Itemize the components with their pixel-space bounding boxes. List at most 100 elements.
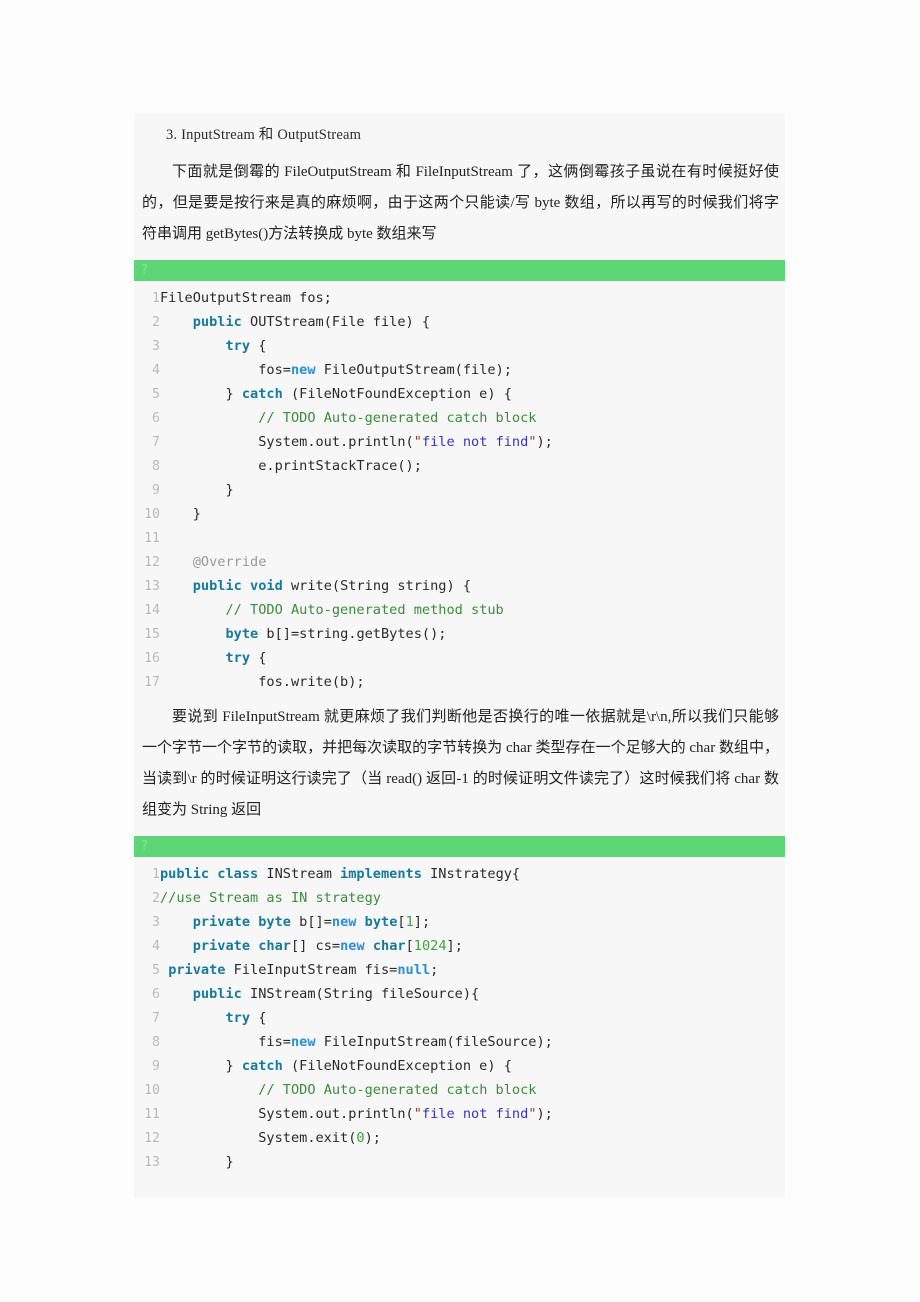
code-token-plain: { bbox=[250, 338, 267, 354]
line-number: 5 bbox=[152, 387, 160, 402]
code-token-kw: try bbox=[225, 338, 251, 354]
code-line: 13 } bbox=[134, 1150, 785, 1174]
code-token-num: 0 bbox=[356, 1130, 365, 1146]
code-token-plain: ]; bbox=[446, 938, 463, 954]
code-line: 11 System.out.println("file not find"); bbox=[134, 1102, 785, 1126]
code-token-quo: " bbox=[528, 1106, 537, 1122]
code-line-text: // TODO Auto-generated catch block bbox=[160, 1082, 536, 1098]
code-token-plain: ); bbox=[364, 1130, 381, 1146]
code-block-2: ? 1public class INStream implements INst… bbox=[134, 836, 785, 1176]
code-token-num: 1 bbox=[405, 914, 414, 930]
code-line-text: System.out.println("file not find"); bbox=[160, 434, 553, 450]
code-token-plain: [ bbox=[405, 938, 414, 954]
middle-section: 要说到 FileInputStream 就更麻烦了我们判断他是否换行的唯一依据就… bbox=[134, 696, 785, 836]
code-token-plain: ; bbox=[430, 962, 439, 978]
code-line-text: } bbox=[160, 1154, 233, 1170]
line-number: 7 bbox=[152, 435, 160, 450]
line-number: 4 bbox=[152, 363, 160, 378]
line-number: 9 bbox=[152, 483, 160, 498]
line-number: 4 bbox=[152, 939, 160, 954]
code-token-cmt: // TODO Auto-generated catch block bbox=[258, 410, 537, 426]
code-token-plain: { bbox=[250, 1010, 267, 1026]
code-line-text: } catch (FileNotFoundException e) { bbox=[160, 1058, 511, 1074]
code-line-text: @Override bbox=[160, 554, 267, 570]
line-number: 1 bbox=[152, 291, 160, 306]
code-token-ann: @Override bbox=[192, 554, 267, 570]
code-token-plain: System.out.println( bbox=[160, 434, 414, 450]
code-token-quo: " bbox=[528, 434, 537, 450]
code-token-kw: catch bbox=[241, 1058, 283, 1074]
code-toolbar-2[interactable]: ? bbox=[134, 836, 785, 857]
code-line-text: // TODO Auto-generated method stub bbox=[160, 602, 503, 618]
code-line-text: } catch (FileNotFoundException e) { bbox=[160, 386, 511, 402]
code-line: 12 @Override bbox=[134, 550, 785, 574]
code-line-text: System.exit(0); bbox=[160, 1130, 381, 1146]
code-line-text: fis=new FileInputStream(fileSource); bbox=[160, 1034, 553, 1050]
line-number: 11 bbox=[144, 531, 160, 546]
code-token-kw2: new bbox=[290, 362, 316, 378]
code-line: 11 bbox=[134, 526, 785, 550]
code-token-kw: private bbox=[192, 914, 251, 930]
code-token-kw: byte bbox=[225, 626, 259, 642]
code-line-text: private char[] cs=new char[1024]; bbox=[160, 938, 463, 954]
line-number: 10 bbox=[144, 507, 160, 522]
help-question-icon[interactable]: ? bbox=[141, 261, 148, 280]
code-line-text: fos=new FileOutputStream(file); bbox=[160, 362, 512, 378]
code-line-text: } bbox=[160, 506, 201, 522]
code-token-plain: fis= bbox=[160, 1034, 291, 1050]
section-heading-text: 3. InputStream 和 OutputStream bbox=[166, 127, 362, 143]
code-line: 7 System.out.println("file not find"); bbox=[134, 430, 785, 454]
code-token-plain: INStream bbox=[258, 866, 341, 882]
code-line: 2 public OUTStream(File file) { bbox=[134, 310, 785, 334]
code-token-str: file not find bbox=[421, 1106, 529, 1122]
code-line: 10 // TODO Auto-generated catch block bbox=[134, 1078, 785, 1102]
line-number: 12 bbox=[144, 1131, 160, 1146]
code-token-kw: try bbox=[225, 1010, 251, 1026]
code-token-plain: } bbox=[160, 386, 242, 402]
code-token-kw: public bbox=[192, 314, 242, 330]
line-number: 15 bbox=[144, 627, 160, 642]
code-line: 5 private FileInputStream fis=null; bbox=[134, 958, 785, 982]
code-body-1[interactable]: 1FileOutputStream fos; 2 public OUTStream… bbox=[134, 281, 785, 696]
code-token-plain: e.printStackTrace(); bbox=[160, 458, 422, 474]
code-line-text: e.printStackTrace(); bbox=[160, 458, 422, 474]
line-number: 2 bbox=[152, 315, 160, 330]
line-number: 2 bbox=[152, 891, 160, 906]
code-line: 10 } bbox=[134, 502, 785, 526]
code-token-plain: { bbox=[250, 650, 267, 666]
code-token-str: file not find bbox=[421, 434, 529, 450]
line-number: 6 bbox=[152, 411, 160, 426]
code-line: 16 try { bbox=[134, 646, 785, 670]
line-number: 1 bbox=[152, 867, 160, 882]
code-token-kw: char bbox=[258, 938, 291, 954]
line-number: 13 bbox=[144, 1155, 160, 1170]
code-line-text: public INStream(String fileSource){ bbox=[160, 986, 479, 1002]
code-token-plain: OUTStream(File file) { bbox=[241, 314, 431, 330]
code-line: 9 } bbox=[134, 478, 785, 502]
line-number: 17 bbox=[144, 675, 160, 690]
code-line: 6 // TODO Auto-generated catch block bbox=[134, 406, 785, 430]
line-number: 13 bbox=[144, 579, 160, 594]
code-line: 14 // TODO Auto-generated method stub bbox=[134, 598, 785, 622]
code-token-plain: fos.write(b); bbox=[160, 674, 365, 690]
code-token-kw: class bbox=[217, 866, 259, 882]
code-token-kw2: new bbox=[331, 914, 357, 930]
code-toolbar-1[interactable]: ? bbox=[134, 260, 785, 281]
article-content: 3. InputStream 和 OutputStream 下面就是倒霉的 Fi… bbox=[134, 113, 785, 1198]
code-line-text: //use Stream as IN strategy bbox=[160, 890, 381, 906]
code-line-text: try { bbox=[160, 650, 266, 666]
help-question-icon[interactable]: ? bbox=[141, 837, 148, 856]
code-token-plain: FileInputStream fis= bbox=[225, 962, 398, 978]
code-line: 1public class INStream implements INstra… bbox=[134, 862, 785, 886]
code-token-kw2: new bbox=[340, 938, 365, 954]
intro-section: 3. InputStream 和 OutputStream 下面就是倒霉的 Fi… bbox=[134, 113, 785, 260]
code-token-quo: " bbox=[413, 434, 422, 450]
code-body-2[interactable]: 1public class INStream implements INstra… bbox=[134, 857, 785, 1176]
code-block-1: ? 1FileOutputStream fos; 2 public OUTStre… bbox=[134, 260, 785, 696]
code-line: 3 try { bbox=[134, 334, 785, 358]
